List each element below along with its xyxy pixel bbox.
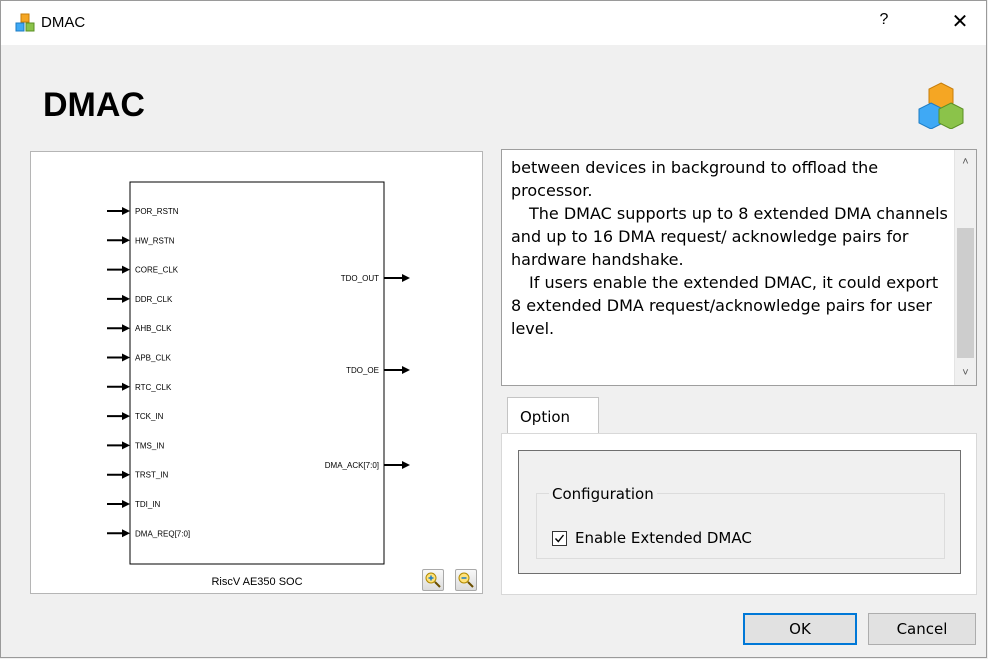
- zoom-out-icon: [458, 572, 474, 588]
- input-pin: TRST_IN: [107, 470, 169, 480]
- input-pin: TMS_IN: [107, 441, 165, 450]
- description-text: between devices in background to offload…: [511, 156, 951, 340]
- ok-button[interactable]: OK: [743, 613, 857, 645]
- scroll-thumb[interactable]: [957, 228, 974, 358]
- output-pin: TDO_OUT: [341, 274, 410, 283]
- output-pin: TDO_OE: [346, 366, 410, 375]
- configuration-title: Configuration: [549, 485, 657, 503]
- output-pin-label: TDO_OE: [346, 366, 379, 375]
- input-pin-label: DMA_REQ[7:0]: [135, 529, 190, 538]
- block-diagram-panel: POR_RSTN HW_RSTN CORE_CLK DDR_CLK AHB_CLK APB…: [30, 151, 483, 594]
- input-pin-label: HW_RSTN: [135, 236, 175, 245]
- dmac-dialog: DMAC ? ✕ DMAC POR_RSTN HW_RSTN CORE_CLK DDR…: [0, 0, 987, 658]
- cubes-icon: [15, 13, 35, 32]
- cancel-button[interactable]: Cancel: [868, 613, 976, 645]
- input-pin: DMA_REQ[7:0]: [107, 529, 190, 538]
- description-line: between devices in background to offload…: [511, 158, 879, 200]
- input-pin: HW_RSTN: [107, 236, 175, 245]
- input-pin-label: RTC_CLK: [135, 383, 172, 392]
- input-pin: RTC_CLK: [107, 382, 172, 392]
- output-pin-label: DMA_ACK[7:0]: [325, 461, 379, 470]
- input-pin: DDR_CLK: [107, 294, 173, 304]
- input-pin-label: DDR_CLK: [135, 295, 173, 304]
- input-pin: APB_CLK: [107, 353, 172, 363]
- description-box[interactable]: between devices in background to offload…: [501, 149, 977, 386]
- configuration-frame: Configuration Enable Extended DMAC: [518, 450, 961, 574]
- input-pin-label: TRST_IN: [135, 471, 169, 480]
- description-scrollbar[interactable]: ˄ ˅: [954, 150, 976, 385]
- cubes-icon: [918, 82, 964, 129]
- input-pin-label: TMS_IN: [135, 441, 165, 450]
- output-pin: DMA_ACK[7:0]: [325, 461, 410, 470]
- zoom-in-button[interactable]: [422, 569, 444, 591]
- page-title: DMAC: [43, 86, 145, 124]
- description-line: If users enable the extended DMAC, it co…: [511, 273, 939, 338]
- enable-extended-dmac-label[interactable]: Enable Extended DMAC: [575, 529, 752, 547]
- window-title: DMAC: [41, 14, 86, 31]
- diagram-caption: RiscV AE350 SOC: [211, 576, 302, 588]
- input-pin-label: AHB_CLK: [135, 324, 172, 333]
- input-pin-label: POR_RSTN: [135, 207, 179, 216]
- input-pin: CORE_CLK: [107, 265, 179, 275]
- input-pin-label: TDI_IN: [135, 500, 161, 509]
- block-diagram: POR_RSTN HW_RSTN CORE_CLK DDR_CLK AHB_CLK APB…: [107, 181, 410, 588]
- option-panel: Configuration Enable Extended DMAC: [501, 433, 977, 595]
- input-pin-label: APB_CLK: [135, 354, 172, 363]
- input-pin: AHB_CLK: [107, 324, 172, 333]
- scroll-up-icon[interactable]: ˄: [955, 156, 976, 168]
- output-pin-label: TDO_OUT: [341, 274, 379, 283]
- input-pin: POR_RSTN: [107, 207, 179, 216]
- enable-extended-dmac-checkbox[interactable]: [552, 531, 567, 546]
- scroll-down-icon[interactable]: ˅: [955, 367, 976, 379]
- title-bar: DMAC ? ✕: [1, 1, 986, 45]
- input-pin-label: TCK_IN: [135, 412, 164, 421]
- close-button[interactable]: ✕: [948, 9, 972, 34]
- zoom-out-button[interactable]: [455, 569, 477, 591]
- input-pin-label: CORE_CLK: [135, 266, 179, 275]
- checkmark-icon: [554, 534, 565, 543]
- description-line: The DMAC supports up to 8 extended DMA c…: [511, 204, 948, 269]
- tab-option[interactable]: Option: [507, 397, 599, 434]
- help-button[interactable]: ?: [872, 11, 896, 29]
- input-pin: TCK_IN: [107, 412, 164, 421]
- zoom-in-icon: [425, 572, 441, 588]
